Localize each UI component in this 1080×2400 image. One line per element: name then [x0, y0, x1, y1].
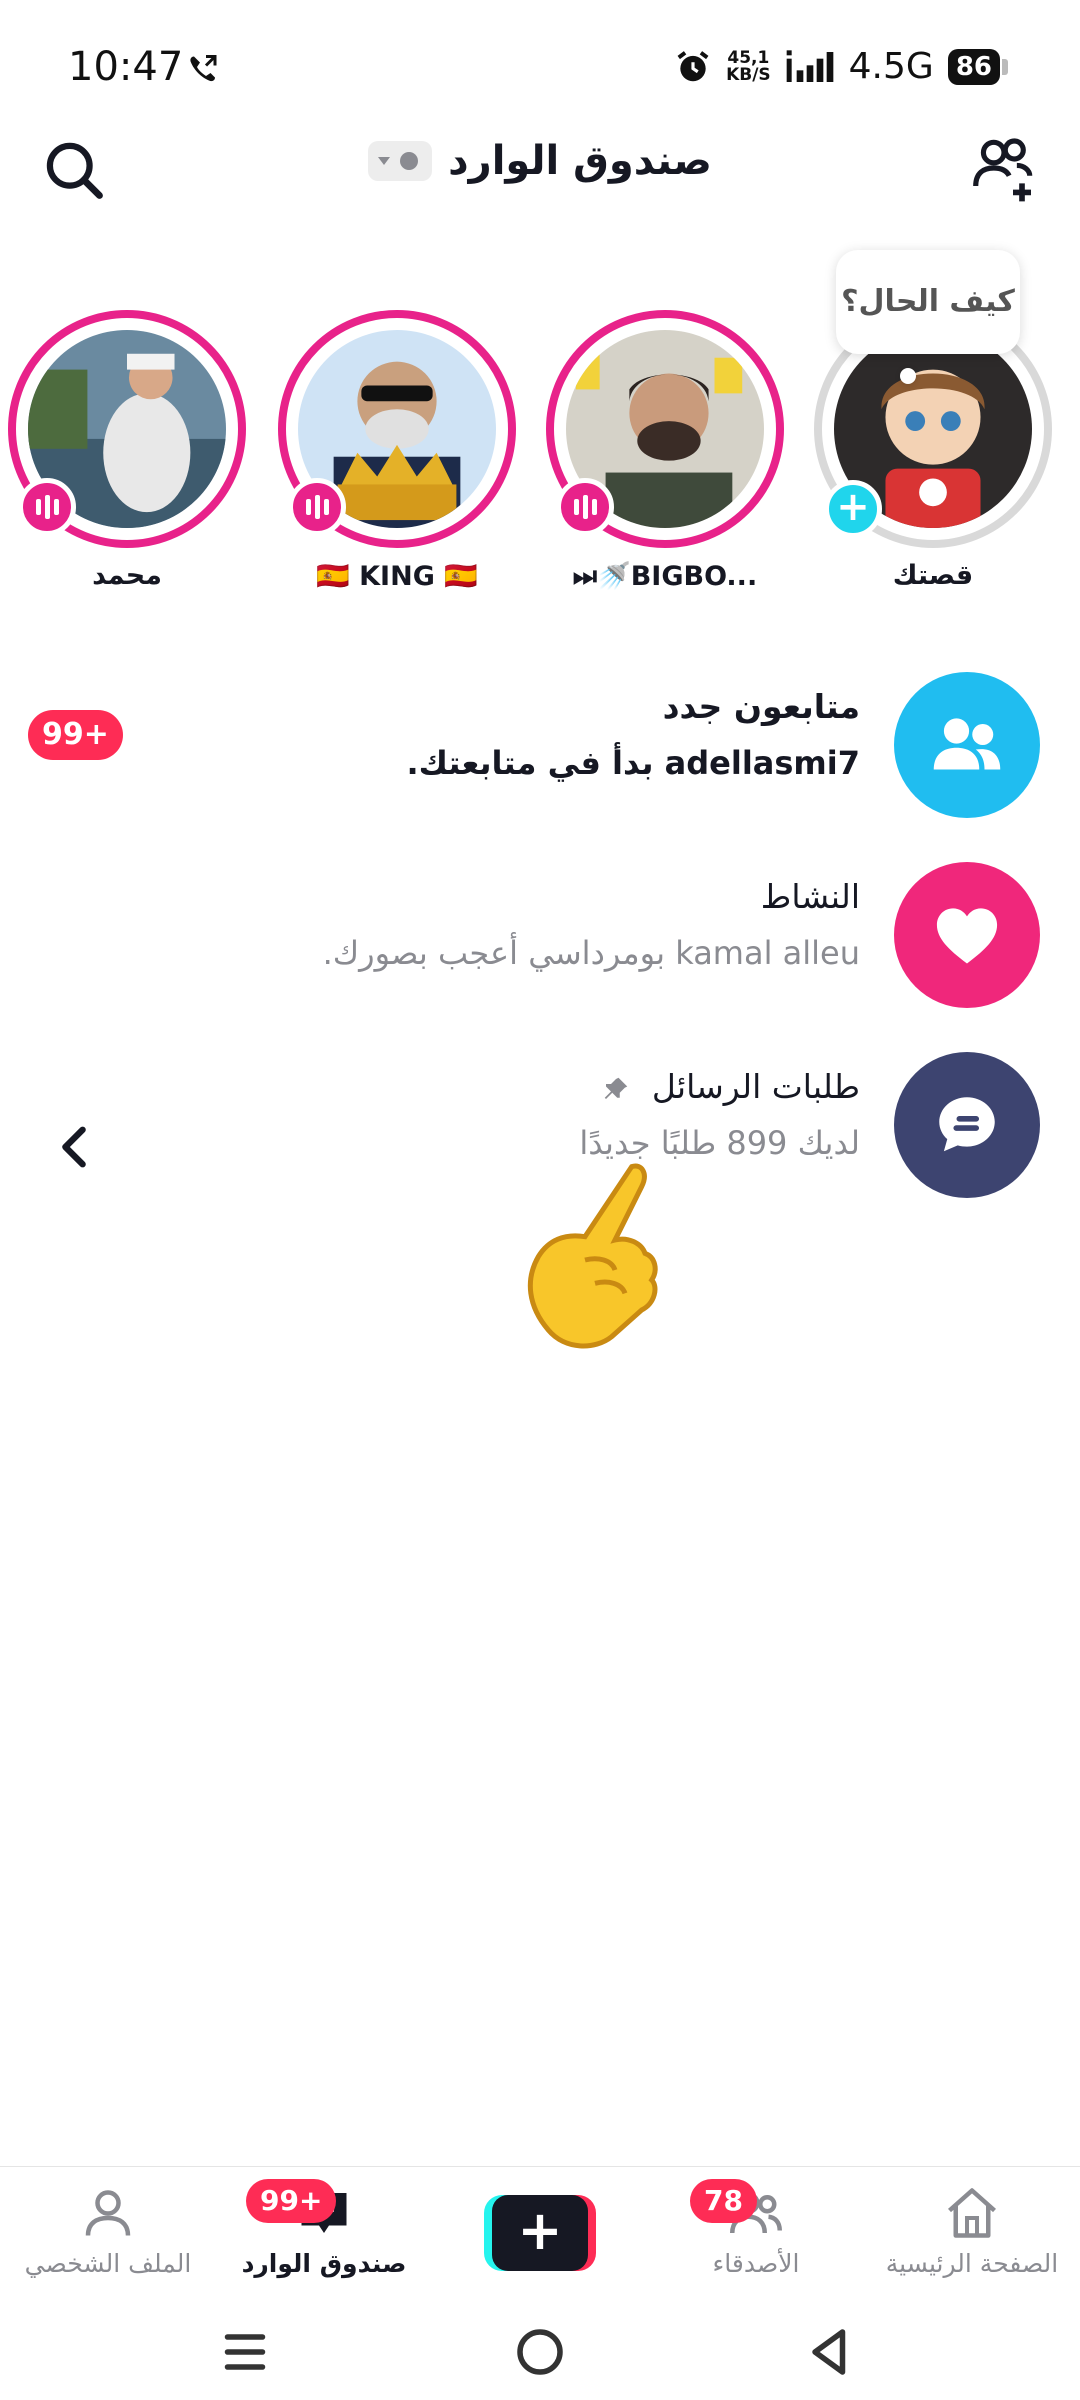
- call-forward-icon: [190, 55, 217, 82]
- nav-friends[interactable]: الأصدقاء 78: [648, 2179, 864, 2293]
- battery-icon: 86: [947, 48, 1008, 85]
- home-circle-icon[interactable]: [510, 2322, 570, 2382]
- story-item-mohamed[interactable]: محمد: [2, 310, 252, 600]
- live-icon: [556, 478, 614, 536]
- nav-home[interactable]: الصفحة الرئيسية: [864, 2183, 1080, 2293]
- nav-label: الأصدقاء: [712, 2249, 800, 2278]
- pin-icon: [605, 1077, 628, 1099]
- notification-count-badge: 99+: [28, 710, 123, 760]
- story-item-king[interactable]: 🇪🇸 KING 🇪🇸: [272, 310, 522, 600]
- row-subtitle: adellasmi7 بدأ في متابعتك.: [406, 744, 860, 782]
- page-title: صندوق الوارد: [448, 138, 712, 184]
- followers-icon: [894, 672, 1040, 818]
- live-icon: [288, 478, 346, 536]
- chevron-down-icon: [378, 157, 391, 165]
- status-bar: 10:47 45,1 KB/S 4.5G 86: [0, 0, 1080, 140]
- row-title: طلبات الرسائل: [160, 1060, 860, 1114]
- row-text: طلبات الرسائل لديك 899 طلبًا جديدًا: [160, 1060, 860, 1172]
- nav-profile[interactable]: الملف الشخصي: [0, 2183, 216, 2293]
- nav-label: صندوق الوارد: [241, 2249, 407, 2278]
- story-note-bubble[interactable]: كيف الحال؟: [836, 250, 1020, 354]
- row-text: متابعون جدد adellasmi7 بدأ في متابعتك.: [160, 680, 860, 792]
- nav-label: الملف الشخصي: [24, 2249, 192, 2278]
- network-speed: 45,1 KB/S: [726, 47, 771, 85]
- row-text: النشاط kamal alleu بومرداسي أعجب بصورك.: [160, 870, 860, 982]
- bubble-tail: [900, 368, 916, 384]
- chevron-left-icon[interactable]: [56, 1124, 92, 1170]
- system-navigation-bar: [0, 2300, 1080, 2400]
- network-type: 4.5G: [848, 46, 934, 87]
- status-time: 10:47: [68, 44, 184, 90]
- inbox-header: صندوق الوارد: [0, 120, 1080, 220]
- add-story-icon[interactable]: +: [824, 480, 882, 538]
- story-label: 🇪🇸 KING 🇪🇸: [316, 561, 478, 592]
- message-request-icon: [894, 1052, 1040, 1198]
- plus-icon: +: [492, 2195, 588, 2271]
- story-label: ⏭︎🚿BIGBO...: [572, 561, 758, 592]
- status-indicators: 45,1 KB/S 4.5G 86: [674, 46, 1008, 87]
- story-label: قصتك: [892, 560, 974, 591]
- recent-apps-icon[interactable]: [215, 2322, 275, 2382]
- heart-icon: [894, 862, 1040, 1008]
- pointing-hand-icon: [527, 1163, 658, 1349]
- row-title: النشاط: [760, 877, 860, 916]
- story-item-bigbo[interactable]: ⏭︎🚿BIGBO...: [540, 310, 790, 600]
- create-button[interactable]: +: [484, 2195, 596, 2271]
- battery-level: 86: [947, 48, 1000, 85]
- status-dot: [400, 152, 419, 170]
- row-title: متابعون جدد: [662, 687, 860, 726]
- row-subtitle: kamal alleu بومرداسي أعجب بصورك.: [322, 934, 860, 972]
- alarm-icon: [677, 50, 709, 81]
- add-friends-icon[interactable]: [968, 132, 1040, 204]
- back-triangle-icon[interactable]: [800, 2322, 860, 2382]
- profile-icon: [85, 2190, 131, 2236]
- live-icon: [18, 478, 76, 536]
- nav-inbox[interactable]: صندوق الوارد 99+: [216, 2179, 432, 2293]
- friends-count-badge: 78: [690, 2179, 757, 2223]
- online-status-toggle[interactable]: [368, 141, 433, 181]
- nav-label: الصفحة الرئيسية: [885, 2249, 1059, 2278]
- new-followers-row[interactable]: متابعون جدد adellasmi7 بدأ في متابعتك. 9…: [0, 660, 1080, 820]
- signal-strength-icon: [786, 49, 833, 82]
- story-label: محمد: [92, 560, 162, 591]
- inbox-count-badge: 99+: [246, 2179, 337, 2223]
- bottom-navigation: الملف الشخصي صندوق الوارد 99+ + الأصدقاء…: [0, 2166, 1080, 2300]
- home-icon: [948, 2188, 996, 2238]
- header-center: صندوق الوارد: [0, 138, 1080, 184]
- activity-row[interactable]: النشاط kamal alleu بومرداسي أعجب بصورك.: [0, 850, 1080, 1010]
